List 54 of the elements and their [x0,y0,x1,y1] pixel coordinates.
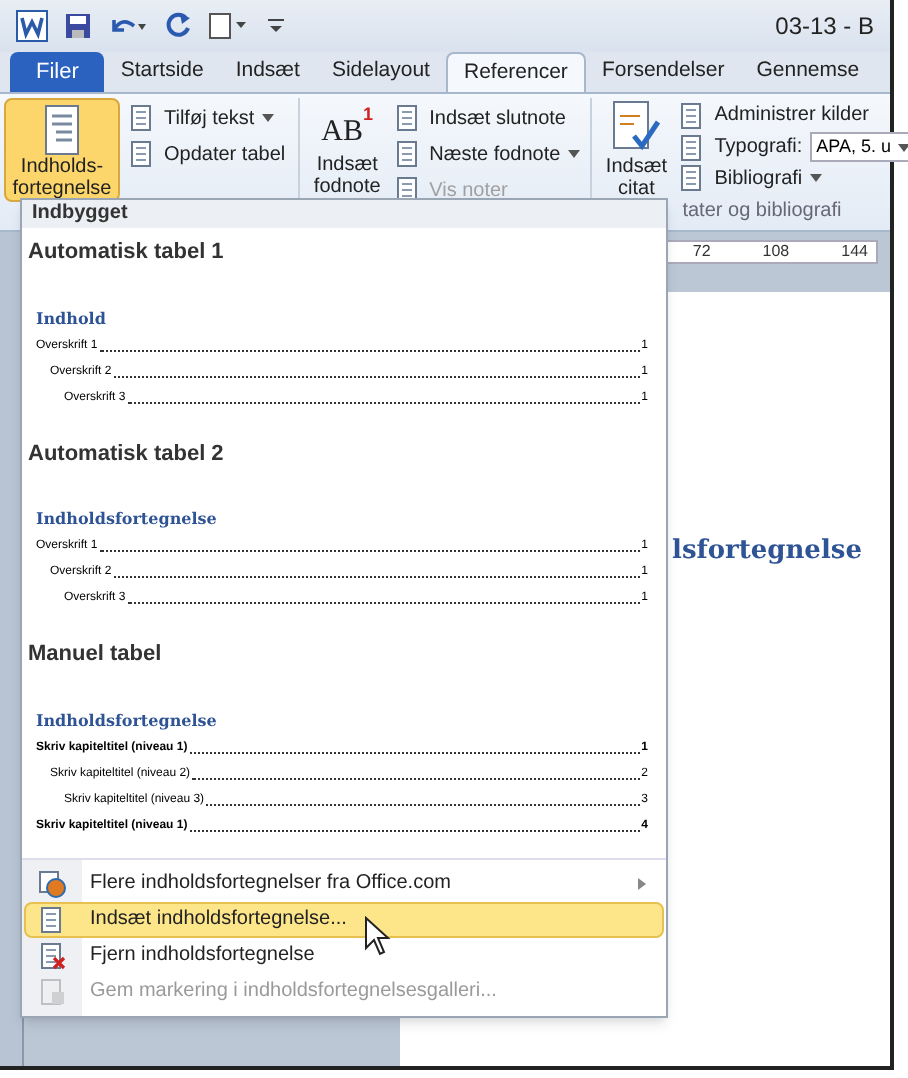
document-delete-icon [38,941,66,969]
ruler-number: 108 [762,240,790,264]
document-list-icon [42,104,82,156]
document-heading: lsfortegnelse [672,534,862,570]
document-icon [38,977,66,1005]
menu-item[interactable]: Indsæt indholdsfortegnelse... [24,901,664,937]
window-title: 03-13 - B [775,10,874,44]
ribbon-button[interactable]: Indsæt slutnote [393,100,581,136]
word-logo-icon[interactable] [16,10,48,42]
footnote-mark: 1 [363,106,374,124]
menu-header: Indbygget [22,200,666,228]
document-icon [393,140,422,168]
footnote-icon-text: AB [321,118,364,148]
file-tab[interactable]: Filer [10,52,105,92]
group-label: tater og bibliografi [680,198,844,227]
ruler-number: 144 [841,240,868,264]
ribbon-button[interactable]: Administrer kilder [678,100,908,132]
ribbon-tab[interactable]: Sidelayout [315,52,446,92]
document-icon [38,905,66,933]
ribbon-tab[interactable]: Forsendelser [585,52,741,92]
globe-icon [38,869,66,897]
style-select[interactable]: APA, 5. u [810,132,908,162]
toc-heading: Indholdsfortegnelse [36,506,219,530]
ribbon-button[interactable]: Tilføj tekst [128,100,286,136]
document-icon [128,140,156,168]
document-icon [678,101,707,130]
gallery-title: Manuel tabel [28,640,164,670]
ribbon-button[interactable]: Bibliografi [678,162,908,195]
ribbon-tab[interactable]: Indsæt [219,52,316,92]
toc-button[interactable]: Indholds-fortegnelse [4,98,120,202]
document-icon [128,104,156,132]
redo-icon[interactable] [164,12,192,40]
customize-icon[interactable] [268,14,284,38]
ribbon-button[interactable]: Opdater tabel [128,136,286,172]
style-label: Typografi: [714,134,803,162]
caret-icon [810,174,823,183]
ruler-number: 72 [692,240,711,264]
toc-heading: Indhold [36,305,108,329]
menu-item[interactable]: Flere indholdsfortegnelser fra Office.com [24,865,664,901]
page-icon[interactable] [208,12,252,40]
ribbon-tab[interactable]: Referencer [445,52,586,92]
citation-icon [610,100,663,156]
ribbon-tab[interactable]: Gennemse [740,52,876,92]
save-icon[interactable] [64,12,92,40]
toc-heading: Indholdsfortegnelse [36,707,219,731]
gallery-title: Automatisk tabel 2 [28,439,226,469]
caret-icon [897,143,908,151]
ribbon-button[interactable]: Næste fodnote [393,136,581,172]
undo-icon[interactable] [108,14,148,38]
gallery-title: Automatisk tabel 1 [28,238,226,268]
cursor-icon [364,916,392,956]
document-icon [393,104,422,132]
document-icon [678,133,707,161]
ribbon-tab[interactable]: Startside [104,52,220,92]
